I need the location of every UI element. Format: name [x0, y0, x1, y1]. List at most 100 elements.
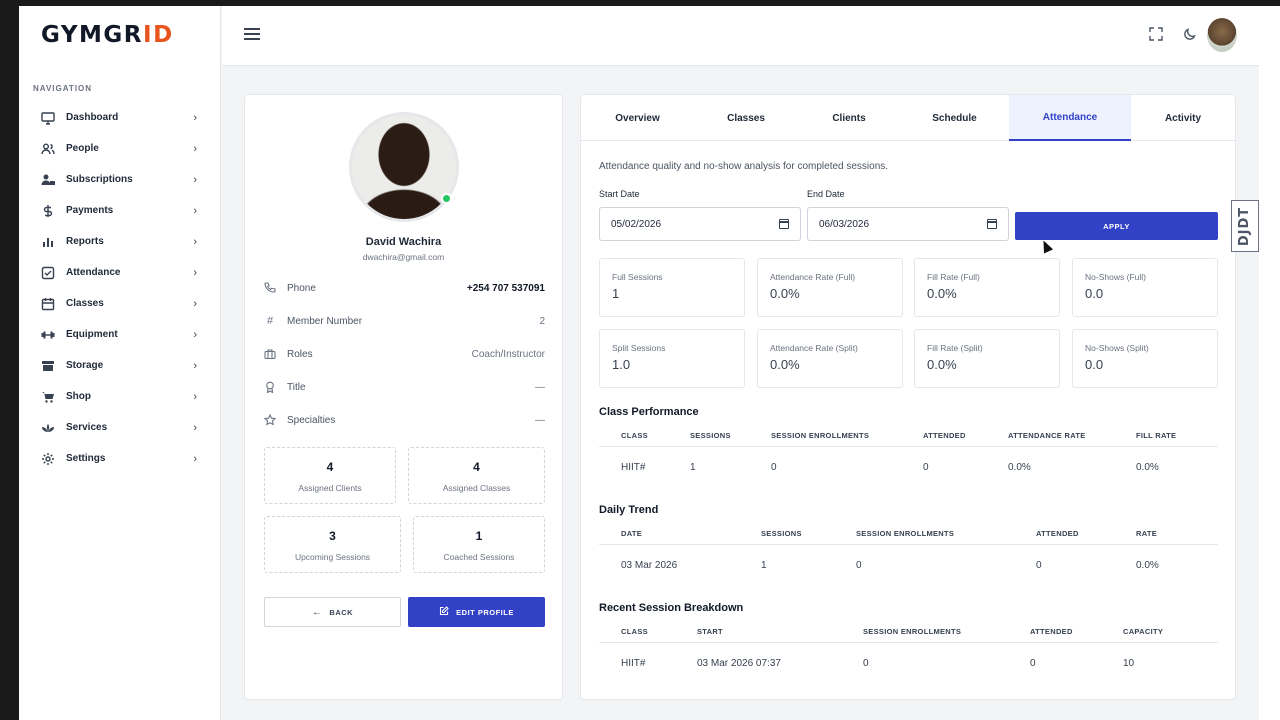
- users-icon: [40, 141, 56, 157]
- info-row-title: Title —: [264, 377, 545, 397]
- end-date-input[interactable]: 06/03/2026: [807, 207, 1009, 241]
- metric-label: Attendance Rate (Full): [770, 272, 856, 282]
- tab-schedule[interactable]: Schedule: [900, 95, 1009, 141]
- sidebar-item-shop[interactable]: Shop ›: [19, 381, 221, 412]
- edit-profile-button-label: EDIT PROFILE: [456, 607, 514, 617]
- debug-toolbar-label: DJDT: [1237, 206, 1253, 246]
- chevron-right-icon: ›: [193, 297, 197, 310]
- edit-profile-button[interactable]: EDIT PROFILE: [408, 597, 545, 627]
- sidebar-item-equipment[interactable]: Equipment ›: [19, 319, 221, 350]
- stat-label: Upcoming Sessions: [294, 552, 371, 562]
- tab-bar: Overview Classes Clients Schedule Attend…: [581, 95, 1235, 141]
- hash-icon: #: [266, 315, 274, 327]
- fullscreen-icon[interactable]: [1149, 27, 1165, 43]
- metric-full-sessions: Full Sessions 1: [599, 258, 745, 317]
- user-avatar[interactable]: [1207, 18, 1237, 52]
- back-button[interactable]: ← BACK: [264, 597, 401, 627]
- debug-toolbar-handle[interactable]: DJDT: [1231, 200, 1259, 252]
- dark-mode-icon[interactable]: [1183, 27, 1199, 43]
- table-cell: 0: [771, 461, 777, 473]
- chevron-right-icon: ›: [193, 359, 197, 372]
- stat-label: Assigned Clients: [298, 483, 362, 493]
- column-header: ATTENDED: [1036, 529, 1079, 538]
- logo[interactable]: GYMGRID: [41, 22, 174, 48]
- column-header: SESSIONS: [761, 529, 802, 538]
- sidebar-nav: Dashboard › People › Subscriptions › Pay…: [19, 102, 221, 474]
- metric-attendance-rate-full: Attendance Rate (Full) 0.0%: [757, 258, 903, 317]
- daily-trend-header: DATE SESSIONS SESSION ENROLLMENTS ATTEND…: [599, 523, 1218, 545]
- table-row: HIIT# 1 0 0 0.0% 0.0%: [599, 452, 1218, 482]
- info-row-specialties: Specialties —: [264, 410, 545, 430]
- stat-assigned-classes: 4 Assigned Classes: [408, 447, 545, 504]
- tab-classes[interactable]: Classes: [694, 95, 798, 141]
- class-performance-header: CLASS SESSIONS SESSION ENROLLMENTS ATTEN…: [599, 425, 1218, 447]
- recent-sessions-title: Recent Session Breakdown: [599, 602, 744, 614]
- chevron-right-icon: ›: [193, 111, 197, 124]
- apply-button[interactable]: APPLY: [1015, 212, 1218, 240]
- metric-value: 0.0%: [927, 357, 957, 372]
- column-header: CLASS: [621, 627, 648, 636]
- tab-attendance[interactable]: Attendance: [1009, 95, 1131, 141]
- sidebar-item-dashboard[interactable]: Dashboard ›: [19, 102, 221, 133]
- calendar-icon[interactable]: [779, 219, 789, 229]
- table-cell: 0.0%: [1008, 461, 1031, 473]
- calendar-icon[interactable]: [987, 219, 997, 229]
- metric-label: No-Shows (Full): [1085, 272, 1146, 282]
- chevron-right-icon: ›: [193, 328, 197, 341]
- metric-value: 0.0%: [770, 357, 800, 372]
- column-header: SESSION ENROLLMENTS: [863, 627, 962, 636]
- sidebar-item-people[interactable]: People ›: [19, 133, 221, 164]
- sidebar-item-classes[interactable]: Classes ›: [19, 288, 221, 319]
- tab-overview[interactable]: Overview: [581, 95, 694, 141]
- table-cell: 10: [1123, 657, 1135, 669]
- sidebar-item-reports[interactable]: Reports ›: [19, 226, 221, 257]
- metric-value: 0.0: [1085, 357, 1104, 372]
- table-cell: 0.0%: [1136, 461, 1159, 473]
- lotus-icon: [40, 420, 56, 436]
- sidebar-item-attendance[interactable]: Attendance ›: [19, 257, 221, 288]
- back-button-label: BACK: [329, 607, 354, 617]
- table-cell: 1: [761, 559, 767, 571]
- column-header: SESSION ENROLLMENTS: [771, 431, 870, 440]
- tab-clients[interactable]: Clients: [798, 95, 900, 141]
- sidebar-item-services[interactable]: Services ›: [19, 412, 221, 443]
- info-key: Member Number: [287, 315, 363, 327]
- stat-label: Coached Sessions: [443, 552, 515, 562]
- info-key: Phone: [287, 282, 316, 294]
- sidebar-item-settings[interactable]: Settings ›: [19, 443, 221, 474]
- sidebar-item-payments[interactable]: Payments ›: [19, 195, 221, 226]
- top-header: [222, 6, 1259, 66]
- briefcase-icon: [264, 348, 276, 360]
- stat-label: Assigned Classes: [442, 483, 511, 493]
- tab-activity[interactable]: Activity: [1131, 95, 1235, 141]
- end-date-value: 06/03/2026: [819, 218, 870, 230]
- sidebar-item-label: Settings: [66, 453, 106, 464]
- metric-label: Full Sessions: [612, 272, 663, 282]
- calendar-icon: [40, 296, 56, 312]
- page-edge: [1259, 6, 1280, 720]
- column-header: START: [697, 627, 723, 636]
- info-value: +254 707 537091: [466, 282, 545, 294]
- attendance-description: Attendance quality and no-show analysis …: [599, 161, 889, 172]
- sidebar-item-label: People: [66, 143, 99, 154]
- logo-accent: I: [143, 22, 154, 48]
- sidebar-item-label: Attendance: [66, 267, 121, 278]
- chevron-right-icon: ›: [193, 173, 197, 186]
- metric-split-sessions: Split Sessions 1.0: [599, 329, 745, 388]
- metric-no-shows-full: No-Shows (Full) 0.0: [1072, 258, 1218, 317]
- column-header: ATTENDED: [923, 431, 966, 440]
- sidebar-item-label: Equipment: [66, 329, 118, 340]
- sidebar-item-subscriptions[interactable]: Subscriptions ›: [19, 164, 221, 195]
- storage-icon: [40, 358, 56, 374]
- star-icon: [264, 414, 276, 426]
- logo-suffix: D: [153, 22, 174, 48]
- dollar-icon: [40, 203, 56, 219]
- sidebar-item-storage[interactable]: Storage ›: [19, 350, 221, 381]
- table-cell: 0: [856, 559, 862, 571]
- chevron-right-icon: ›: [193, 390, 197, 403]
- column-header: FILL RATE: [1136, 431, 1177, 440]
- table-cell: 03 Mar 2026: [621, 559, 678, 571]
- menu-toggle-icon[interactable]: [244, 28, 260, 42]
- start-date-input[interactable]: 05/02/2026: [599, 207, 801, 241]
- daily-trend-title: Daily Trend: [599, 504, 659, 516]
